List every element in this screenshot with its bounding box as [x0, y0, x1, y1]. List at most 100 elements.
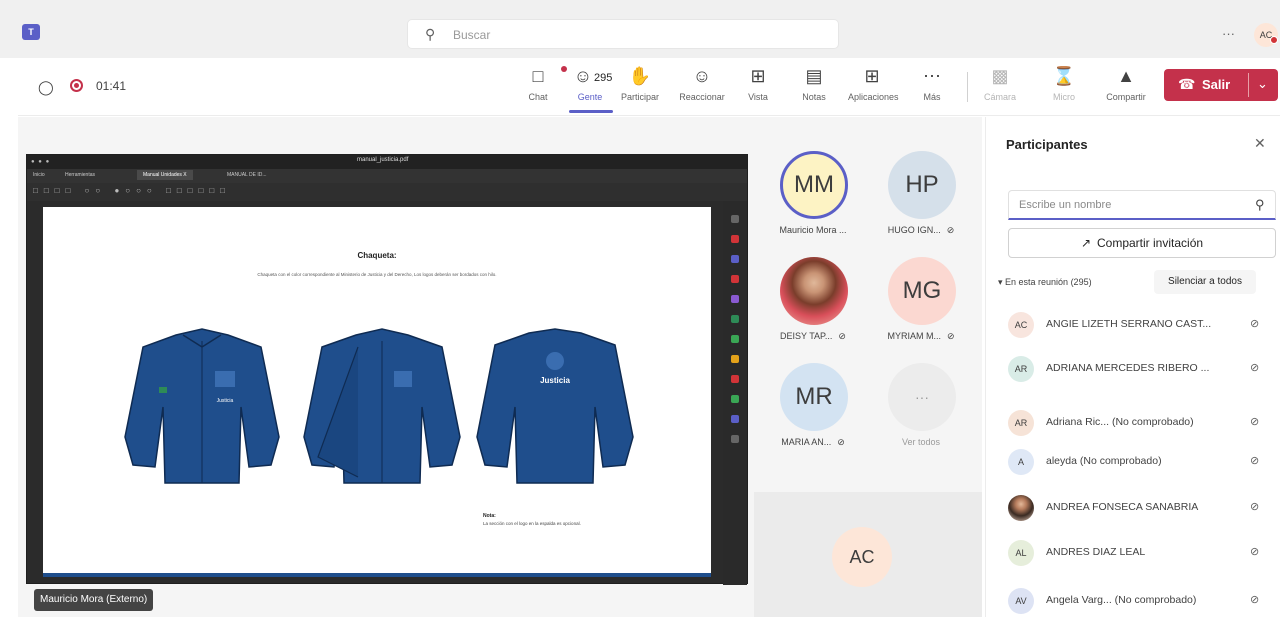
- presenter-label: Mauricio Mora (Externo): [34, 589, 154, 611]
- pdf-page: Chaqueta: Chaqueta con el color correspo…: [43, 207, 711, 577]
- jacket-back-image: Justicia: [476, 328, 634, 484]
- tool-icon: [731, 295, 739, 303]
- emoji-icon: ☺: [692, 66, 712, 86]
- participant-row[interactable]: AR ADRIANA MERCEDES RIBERO ... ⊘: [1008, 354, 1276, 384]
- chat-label: Chat: [528, 92, 548, 102]
- jacket-front-image: Justicia: [124, 328, 280, 484]
- participant-row[interactable]: AL ANDRES DIAZ LEAL ⊘: [1008, 538, 1276, 568]
- react-button[interactable]: ☺ Reaccionar: [678, 64, 726, 110]
- participant-name: ADRIANA MERCEDES RIBERO ...: [1046, 362, 1210, 374]
- tile-name: MARIA AN...: [781, 437, 832, 447]
- note-title: Nota:: [483, 513, 496, 519]
- share-screen-icon: ▲: [1117, 66, 1135, 86]
- avatar: AR: [1008, 356, 1034, 382]
- tool-icon: [731, 315, 739, 323]
- search-box[interactable]: ⚲ Buscar: [407, 19, 839, 49]
- participant-row[interactable]: AR Adriana Ric... (No comprobado) ⊘: [1008, 408, 1276, 438]
- leave-button[interactable]: ☎ Salir ⌄: [1164, 69, 1278, 101]
- participant-tile[interactable]: DEISY TAP... ⊘: [758, 251, 868, 359]
- participar-label: Participar: [620, 92, 659, 102]
- tool-icon: [731, 435, 739, 443]
- status-dot: [1270, 36, 1278, 44]
- section-header[interactable]: ▾ En esta reunión (295): [998, 277, 1092, 288]
- view-label: Vista: [748, 92, 768, 102]
- shared-tabs: Inicio Herramientas Manual Unidades X MA…: [27, 169, 747, 183]
- avatar: MG: [888, 257, 956, 325]
- self-video-tile[interactable]: AC: [754, 492, 982, 617]
- teams-logo-icon[interactable]: T: [22, 24, 40, 40]
- avatar-photo: [1008, 495, 1034, 521]
- mic-off-icon: ⊘: [838, 331, 846, 341]
- participant-name: aleyda (No comprobado): [1046, 455, 1162, 467]
- more-icon: ···: [888, 363, 956, 431]
- mic-off-icon: ⊘: [946, 331, 955, 341]
- mic-off-icon: ⊘: [1250, 318, 1260, 330]
- panel-title: Participantes: [1006, 137, 1088, 152]
- chevron-down-icon[interactable]: ⌄: [1257, 76, 1268, 92]
- doc-title: Chaqueta:: [357, 251, 397, 260]
- camera-button[interactable]: ▩ Cámara: [976, 64, 1024, 110]
- participant-name: Adriana Ric... (No comprobado): [1046, 416, 1194, 428]
- participant-row[interactable]: AV Angela Varg... (No comprobado) ⊘: [1008, 586, 1276, 616]
- more-icon: ⋯: [923, 66, 941, 86]
- avatar: A: [1008, 449, 1034, 475]
- more-label: Más: [923, 92, 941, 102]
- share-invite-button[interactable]: ↗ Compartir invitación: [1008, 228, 1276, 258]
- view-button[interactable]: ⊞ Vista: [734, 64, 782, 110]
- share-button[interactable]: ▲ Compartir: [1102, 64, 1150, 110]
- mic-off-icon: ⊘: [1250, 546, 1260, 558]
- participant-tile[interactable]: MG MYRIAM M... ⊘: [866, 251, 976, 359]
- participants-panel: Participantes ✕ Escribe un nombre ⚲ ↗ Com…: [985, 117, 1280, 617]
- shared-window-titlebar: ● ● ● manual_justicia.pdf: [27, 155, 747, 169]
- people-button[interactable]: ☺ Gente: [566, 64, 614, 110]
- shared-tab: Manual Unidades X: [137, 170, 193, 180]
- participant-name: MARIA AN... ⊘: [758, 437, 868, 448]
- shared-screen: ● ● ● manual_justicia.pdf Inicio Herrami…: [26, 154, 748, 585]
- participant-name: ANDRES DIAZ LEAL: [1046, 546, 1146, 558]
- title-bar: T ⚲ Buscar ··· AC: [0, 0, 1280, 58]
- people-label: Gente: [577, 92, 603, 102]
- meeting-timer: 01:41: [96, 79, 127, 93]
- participant-row[interactable]: AC ANGIE LIZETH SERRANO CAST... ⊘: [1008, 310, 1276, 340]
- notes-button[interactable]: ▤ Notas: [790, 64, 838, 110]
- avatar-photo: [780, 257, 848, 325]
- shared-tab: Inicio: [33, 172, 45, 178]
- mute-all-button[interactable]: Silenciar a todos: [1154, 270, 1256, 294]
- react-label: Reaccionar: [679, 92, 725, 102]
- leave-label: Salir: [1202, 77, 1231, 92]
- apps-button[interactable]: ⊞ Aplicaciones: [848, 64, 899, 110]
- participant-tile[interactable]: MR MARIA AN... ⊘: [758, 357, 868, 465]
- participant-search-input[interactable]: Escribe un nombre ⚲: [1008, 190, 1276, 220]
- search-icon: ⚲: [1255, 197, 1265, 212]
- avatar: AV: [1008, 588, 1034, 614]
- shield-icon[interactable]: ◯: [38, 79, 54, 96]
- apps-label: Aplicaciones: [848, 92, 899, 102]
- notes-label: Notas: [802, 92, 826, 102]
- window-controls-icon: ● ● ●: [31, 159, 51, 165]
- participant-row[interactable]: ANDREA FONSECA SANABRIA ⊘: [1008, 493, 1276, 523]
- participant-tile[interactable]: MM Mauricio Mora ...: [758, 145, 868, 253]
- tool-icon: [731, 395, 739, 403]
- mic-off-icon: ⊘: [1250, 501, 1260, 513]
- grid-icon: ⊞: [750, 66, 766, 86]
- raise-hand-button[interactable]: ✋ Participar: [616, 64, 664, 110]
- share-icon: ↗: [1080, 236, 1091, 250]
- participant-row[interactable]: A aleyda (No comprobado) ⊘: [1008, 447, 1276, 477]
- mic-button[interactable]: ⌛ Micro: [1040, 64, 1088, 110]
- more-button[interactable]: ⋯ Más: [908, 64, 956, 110]
- tool-icon: [731, 415, 739, 423]
- close-icon[interactable]: ✕: [1254, 135, 1266, 152]
- search-icon: ⚲: [425, 26, 436, 42]
- tool-icon: [731, 235, 739, 243]
- participant-name: ANDREA FONSECA SANABRIA: [1046, 501, 1199, 513]
- mic-label: Micro: [1053, 92, 1075, 102]
- view-all-tile[interactable]: ··· Ver todos: [866, 357, 976, 465]
- invite-label: Compartir invitación: [1097, 236, 1204, 250]
- more-options-icon[interactable]: ···: [1222, 26, 1235, 41]
- shared-window-title: manual_justicia.pdf: [357, 157, 409, 163]
- shared-sidebar: [723, 201, 747, 585]
- doc-footer-bar: [43, 573, 711, 577]
- participant-tile[interactable]: HP HUGO IGN... ⊘: [866, 145, 976, 253]
- recording-icon: [70, 79, 83, 92]
- shared-tab: MANUAL DE ID...: [227, 172, 267, 178]
